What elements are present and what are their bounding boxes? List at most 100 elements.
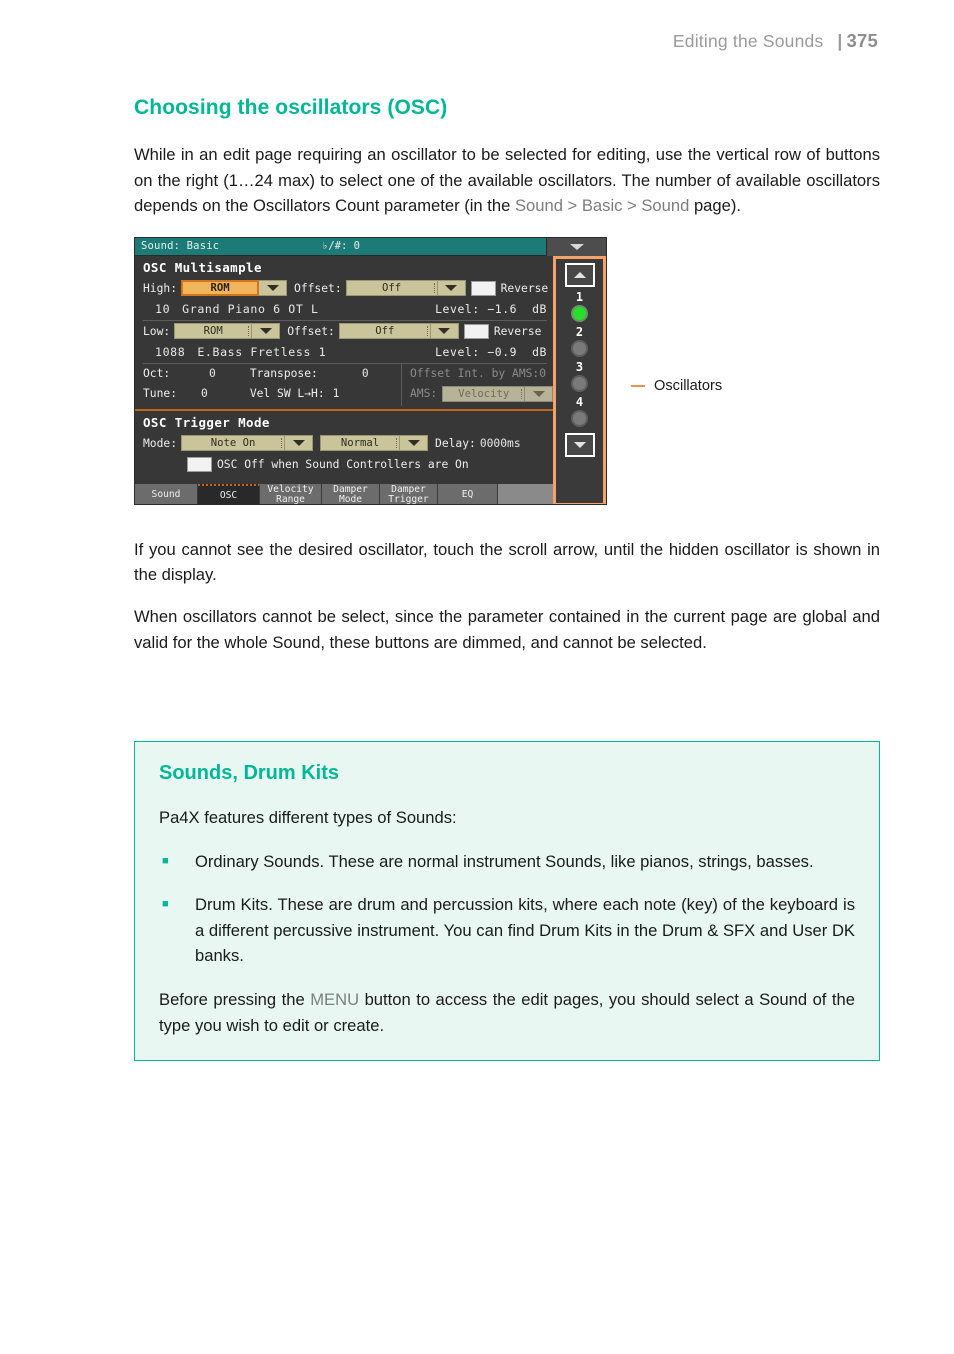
oscillator-2-number: 2: [575, 324, 584, 339]
low-offset-dropdown[interactable]: [430, 323, 459, 340]
chevron-down-icon: [569, 243, 584, 250]
tab-sound[interactable]: Sound: [135, 483, 198, 504]
high-reverse-label: Reverse: [500, 281, 549, 295]
row-ams: AMS: Velocity: [410, 384, 555, 404]
low-level-readout[interactable]: Level: −0.9 dB: [435, 345, 547, 359]
tuning-right-group: Offset Int. by AMS:0 AMS: Velocity: [410, 364, 555, 404]
high-source-field[interactable]: ROM: [181, 280, 260, 297]
content-column: Choosing the oscillators (OSC) While in …: [134, 96, 880, 655]
chevron-up-icon: [573, 271, 586, 278]
transpose-label: Transpose:: [249, 367, 318, 381]
tab-damper-trigger[interactable]: Damper Trigger: [380, 483, 438, 504]
osc-off-checkbox[interactable]: [187, 456, 212, 472]
field-divider: [396, 438, 398, 449]
oscillator-1-number: 1: [575, 289, 584, 304]
tab-eq[interactable]: EQ: [438, 483, 498, 504]
low-reverse-checkbox[interactable]: [463, 323, 489, 339]
figure-callout-oscillators: Oscillators: [631, 378, 722, 394]
tune-value[interactable]: 0: [201, 387, 208, 400]
high-reverse-checkbox[interactable]: [470, 280, 496, 296]
low-source-dropdown[interactable]: [252, 323, 281, 340]
closing-text-part1: Before pressing the: [159, 989, 311, 1009]
mode-label: Mode:: [143, 436, 178, 450]
divider-vertical: [401, 363, 402, 406]
oscillator-3-led[interactable]: [571, 374, 588, 392]
chevron-down-icon: [292, 440, 305, 447]
tab-empty: [498, 483, 555, 504]
high-source-dropdown[interactable]: [259, 280, 288, 297]
low-reverse-label: Reverse: [493, 324, 542, 338]
high-offset-value: Off: [382, 282, 402, 295]
mode-dropdown-2[interactable]: [400, 435, 429, 452]
oscillator-4-led[interactable]: [571, 409, 588, 427]
velsw-value[interactable]: 1: [333, 387, 340, 400]
low-offset-label: Offset:: [287, 324, 335, 338]
oct-value[interactable]: 0: [209, 367, 216, 380]
lcd-display: Sound: Basic ♭/#: 0 OSC Multisample High…: [134, 236, 607, 505]
high-offset-label: Offset:: [294, 281, 342, 295]
low-label: Low:: [143, 324, 171, 338]
lcd-key-transpose: ♭/#: 0: [322, 240, 360, 253]
high-level-unit: dB: [532, 302, 547, 317]
low-sample-name: E.Bass Fretless 1: [197, 345, 327, 360]
chevron-down-icon: [407, 440, 420, 447]
row-offset-int-ams: Offset Int. by AMS:0: [410, 364, 555, 384]
delay-value[interactable]: 0000ms: [480, 437, 521, 450]
high-offset-dropdown[interactable]: [437, 280, 466, 297]
oscillator-1-led[interactable]: [571, 304, 588, 322]
oscillator-selector-highlight: 1 2 3 4: [553, 255, 606, 504]
scroll-down-button[interactable]: [564, 432, 595, 457]
high-sample-number: 10: [155, 302, 171, 317]
intro-paragraph: While in an edit page requiring an oscil…: [134, 142, 880, 219]
menu-button-reference: MENU: [310, 989, 360, 1009]
oct-label: Oct:: [143, 367, 171, 381]
osc-off-label: OSC Off when Sound Controllers are On: [217, 457, 469, 471]
mode-dropdown[interactable]: [285, 435, 314, 452]
low-level-label: Level:: [435, 345, 480, 360]
chevron-down-icon: [438, 328, 451, 335]
chevron-down-icon: [266, 285, 279, 292]
intro-text-part2: page).: [689, 196, 741, 216]
field-divider: [248, 326, 250, 337]
ams-field: Velocity: [442, 385, 526, 402]
high-label: High:: [143, 281, 178, 295]
row-high-sample[interactable]: 10 Grand Piano 6 OT L Level: −1.6 dB: [135, 299, 555, 320]
low-offset-value: Off: [375, 325, 395, 338]
low-sample-number: 1088: [155, 345, 186, 360]
lcd-titlebar: Sound: Basic ♭/#: 0: [135, 237, 606, 256]
low-source-field[interactable]: ROM: [174, 323, 253, 340]
low-level-unit: dB: [532, 345, 547, 360]
scroll-up-button[interactable]: [564, 262, 595, 287]
high-sample-name: Grand Piano 6 OT L: [182, 302, 319, 317]
oscillator-3-number: 3: [575, 359, 584, 374]
mode-field[interactable]: Note On: [181, 435, 286, 452]
mode-value: Note On: [210, 437, 256, 450]
row-low-sample[interactable]: 1088 E.Bass Fretless 1 Level: −0.9 dB: [135, 342, 555, 363]
figure-lcd-screenshot: Sound: Basic ♭/#: 0 OSC Multisample High…: [134, 236, 880, 511]
row-high-source: High: ROM Offset: Off Reverse: [135, 278, 555, 299]
chevron-down-icon: [532, 390, 545, 397]
tipbox-intro: Pa4X features different types of Sounds:: [159, 808, 457, 827]
mode-field-2[interactable]: Normal: [320, 435, 401, 452]
tipbox-sounds-drum-kits: Sounds, Drum Kits Pa4X features differen…: [134, 741, 880, 1062]
ams-value: Velocity: [458, 387, 510, 400]
chevron-down-icon: [445, 285, 458, 292]
low-source-value: ROM: [203, 325, 223, 338]
tab-osc[interactable]: OSC: [198, 483, 260, 504]
paragraph-scroll-arrow: If you cannot see the desired oscillator…: [134, 539, 880, 585]
lcd-body: OSC Multisample High: ROM Offset: Off Re…: [135, 255, 606, 504]
high-level-readout[interactable]: Level: −1.6 dB: [435, 302, 547, 316]
row-trigger-mode: Mode: Note On Normal Delay: 0000ms: [135, 433, 555, 454]
high-level-value: −1.6: [487, 302, 518, 317]
field-divider: [433, 283, 435, 294]
low-offset-field[interactable]: Off: [338, 323, 431, 340]
page-running-header: Editing the Sounds | 375: [673, 30, 878, 52]
tab-velocity-range[interactable]: Velocity Range: [260, 483, 322, 504]
list-item: ■ Ordinary Sounds. These are normal inst…: [159, 849, 855, 875]
oscillator-2-led[interactable]: [571, 339, 588, 357]
oscillator-4-number: 4: [575, 394, 584, 409]
high-offset-field[interactable]: Off: [345, 280, 438, 297]
transpose-value[interactable]: 0: [362, 367, 369, 380]
lcd-menu-button[interactable]: [546, 237, 606, 256]
tab-damper-mode[interactable]: Damper Mode: [322, 483, 380, 504]
